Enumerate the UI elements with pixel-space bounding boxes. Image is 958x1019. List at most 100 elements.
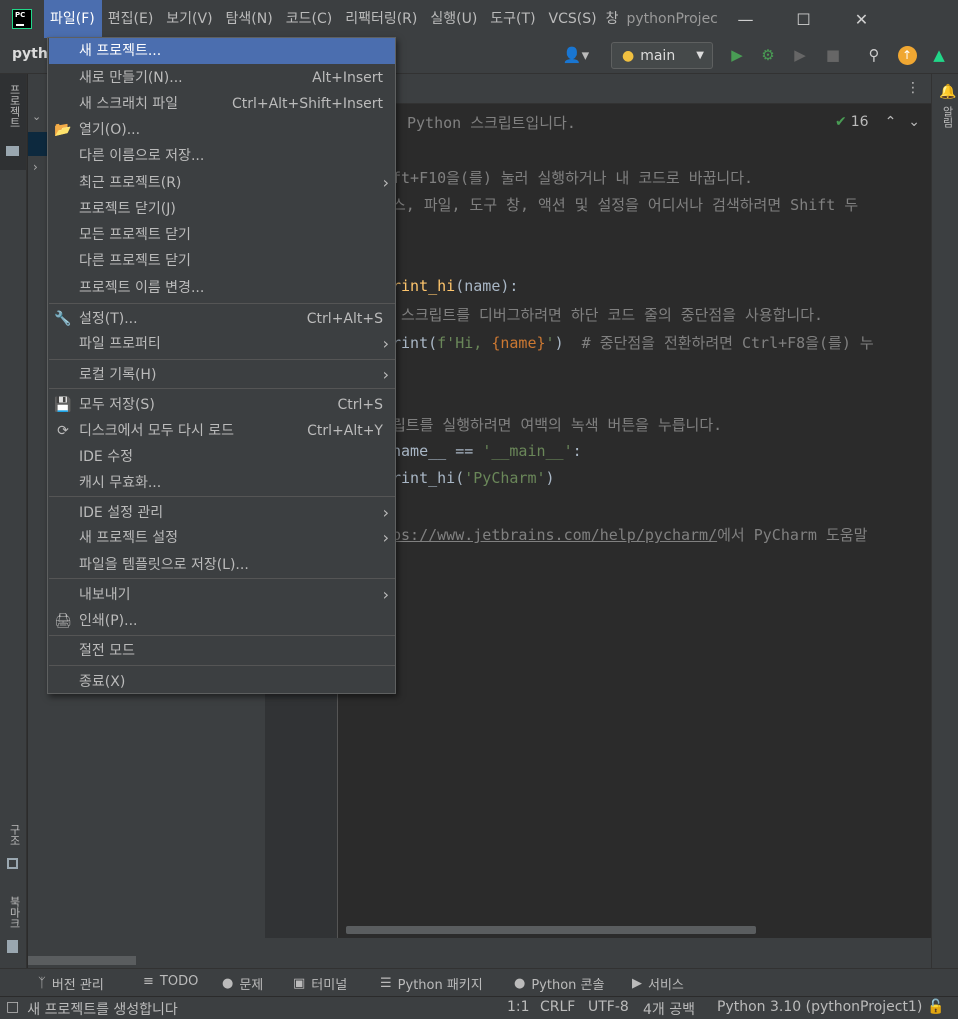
file-menu-item[interactable]: 📂 열기(O)... <box>49 117 395 143</box>
structure-tool-label[interactable]: 구조 <box>6 824 22 846</box>
line-separator[interactable]: CRLF <box>540 999 575 1015</box>
menu-navigate[interactable]: 탐색(N) <box>220 0 280 38</box>
debug-icon[interactable]: ⚙ <box>757 44 779 66</box>
maximize-button[interactable]: ☐ <box>775 0 833 38</box>
menu-refactor[interactable]: 리팩터링(R) <box>339 0 424 38</box>
lock-icon[interactable]: 🔓 <box>927 999 944 1015</box>
menu-item-label: 새 프로젝트 설정 <box>79 530 179 546</box>
code-line: rint_hi(name): <box>392 277 518 295</box>
file-menu-item[interactable]: 프로젝트 닫기(J) <box>49 196 395 222</box>
chevron-down-icon[interactable]: ⌄ <box>32 110 41 123</box>
file-menu-item[interactable]: 다른 이름으로 저장... <box>49 143 395 169</box>
code-token: rint_hi <box>392 277 456 295</box>
file-menu-item[interactable]: 절전 모드 <box>49 638 395 664</box>
code-line: 립트를 실행하려면 여백의 녹색 버튼을 누릅니다. <box>392 414 722 435</box>
tool-todo[interactable]: ≡ TODO <box>143 974 198 989</box>
close-button[interactable]: ✕ <box>833 0 891 38</box>
file-menu-item[interactable]: 파일을 템플릿으로 저장(L)... <box>49 552 395 578</box>
file-menu-item[interactable]: 모든 프로젝트 닫기 <box>49 222 395 248</box>
project-hscrollbar[interactable] <box>28 956 136 965</box>
caret-position[interactable]: 1:1 <box>507 999 530 1015</box>
file-menu-item[interactable]: 캐시 무효화... <box>49 470 395 496</box>
pycharm-logo-icon: PC <box>12 9 32 29</box>
chevron-right-icon: › <box>382 173 389 192</box>
menu-item-label: 프로젝트 닫기(J) <box>79 201 176 217</box>
project-tool-label: 프로젝트 <box>8 84 21 128</box>
minimize-button[interactable]: — <box>717 0 775 38</box>
user-account-icon[interactable]: 👤▾ <box>561 44 591 66</box>
menu-code[interactable]: 코드(C) <box>280 0 339 38</box>
search-icon[interactable]: ⚲ <box>863 44 885 66</box>
chevron-right-icon[interactable]: › <box>33 160 38 174</box>
tool-label: 문제 <box>239 978 264 993</box>
notifications-label[interactable]: 알림 <box>939 106 955 128</box>
file-menu-item[interactable]: 파일 프로퍼티 › <box>49 331 395 357</box>
file-menu-item[interactable]: 🔧 설정(T)... Ctrl+Alt+S <box>49 306 395 332</box>
file-menu-item[interactable]: 다른 프로젝트 닫기 <box>49 248 395 274</box>
menu-tools[interactable]: 도구(T) <box>484 0 542 38</box>
chevron-right-icon: › <box>382 334 389 353</box>
structure-icon[interactable] <box>7 858 18 869</box>
run-config-selector[interactable]: ● main ▼ <box>611 42 713 69</box>
menu-edit[interactable]: 편집(E) <box>102 0 161 38</box>
save-icon: 💾 <box>54 397 72 413</box>
file-menu-item[interactable]: 종료(X) <box>49 669 395 695</box>
file-menu-item[interactable]: IDE 설정 관리 › <box>49 500 395 526</box>
tool-label: 터미널 <box>311 978 348 993</box>
tool-services[interactable]: ▶ 서비스 <box>632 974 684 993</box>
editor-hscrollbar[interactable] <box>346 926 756 934</box>
file-menu-item[interactable]: 새 프로젝트... <box>49 38 395 64</box>
project-tool-tab[interactable]: 프로젝트 <box>0 74 26 170</box>
file-menu-item[interactable]: 프로젝트 이름 변경... <box>49 275 395 301</box>
menu-file[interactable]: 파일(F) <box>44 0 102 38</box>
editor-header-text: Python 스크립트입니다. <box>407 114 576 132</box>
update-icon[interactable]: ↑ <box>896 44 918 66</box>
tool-version-control[interactable]: ᛉ 버전 관리 <box>38 974 104 993</box>
file-menu-dropdown: 새 프로젝트... 새로 만들기(N)... Alt+Insert 새 스크래치 파일… <box>47 37 396 694</box>
stop-icon[interactable]: ■ <box>822 44 844 66</box>
tool-label: 서비스 <box>648 978 684 993</box>
bookmark-icon[interactable] <box>7 940 18 953</box>
title-bar: PC 파일(F) 편집(E) 보기(V) 탐색(N) 코드(C) 리팩터링(R)… <box>0 0 958 38</box>
file-menu-item[interactable]: 내보내기 › <box>49 582 395 608</box>
tool-python-console[interactable]: ● Python 콘솔 <box>514 974 604 993</box>
menu-item-label: 최근 프로젝트(R) <box>79 175 182 191</box>
jetbrains-toolbox-icon[interactable]: ▲ <box>928 44 950 66</box>
right-tool-strip: 🔔 알림 <box>931 74 958 968</box>
chevron-down-icon[interactable]: ⌄ <box>908 114 920 130</box>
tool-label: 버전 관리 <box>51 978 104 993</box>
bookmarks-tool-label[interactable]: 북마크 <box>6 896 22 929</box>
file-menu-item[interactable]: 로컬 기록(H) › <box>49 362 395 388</box>
menu-separator <box>49 303 395 304</box>
more-icon[interactable]: ⋮ <box>906 80 920 96</box>
chevron-up-icon[interactable]: ⌃ <box>885 114 897 130</box>
file-encoding[interactable]: UTF-8 <box>588 999 629 1015</box>
file-menu-item[interactable]: 💾 모두 저장(S) Ctrl+S <box>49 392 395 418</box>
bell-icon[interactable]: 🔔 <box>939 84 956 100</box>
inspection-widget[interactable]: ✔ 16 ⌃ ⌄ <box>835 114 920 130</box>
file-menu-item[interactable]: 최근 프로젝트(R) › <box>49 170 395 196</box>
menu-item-shortcut: Ctrl+Alt+Y <box>307 423 383 439</box>
tool-python-packages[interactable]: ☰ Python 패키지 <box>380 974 483 993</box>
indent-setting[interactable]: 4개 공백 <box>643 999 695 1019</box>
coverage-icon[interactable]: ▶ <box>789 44 811 66</box>
run-icon[interactable]: ▶ <box>726 44 748 66</box>
folder-icon <box>6 146 19 156</box>
file-menu-item[interactable]: IDE 수정 <box>49 444 395 470</box>
python-interpreter[interactable]: Python 3.10 (pythonProject1) <box>717 999 922 1015</box>
menu-view[interactable]: 보기(V) <box>160 0 219 38</box>
check-icon: ✔ <box>835 114 847 130</box>
file-menu-item[interactable]: ⟳ 디스크에서 모두 다시 로드 Ctrl+Alt+Y <box>49 418 395 444</box>
menu-vcs[interactable]: VCS(S) <box>543 0 604 38</box>
code-token: rint( <box>392 334 438 352</box>
file-menu-item[interactable]: 새로 만들기(N)... Alt+Insert <box>49 65 395 91</box>
tool-terminal[interactable]: ▣ 터미널 <box>293 974 347 993</box>
tool-problems[interactable]: ● 문제 <box>222 974 263 993</box>
code-line: rint_hi('PyCharm') <box>392 469 555 487</box>
menu-window[interactable]: 창 <box>604 0 621 38</box>
file-menu-item[interactable]: 새 프로젝트 설정 › <box>49 525 395 551</box>
menu-run[interactable]: 실행(U) <box>424 0 484 38</box>
menu-item-label: 모든 프로젝트 닫기 <box>79 227 191 243</box>
file-menu-item[interactable]: 🖨 인쇄(P)... <box>49 608 395 634</box>
file-menu-item[interactable]: 새 스크래치 파일 Ctrl+Alt+Shift+Insert <box>49 91 395 117</box>
